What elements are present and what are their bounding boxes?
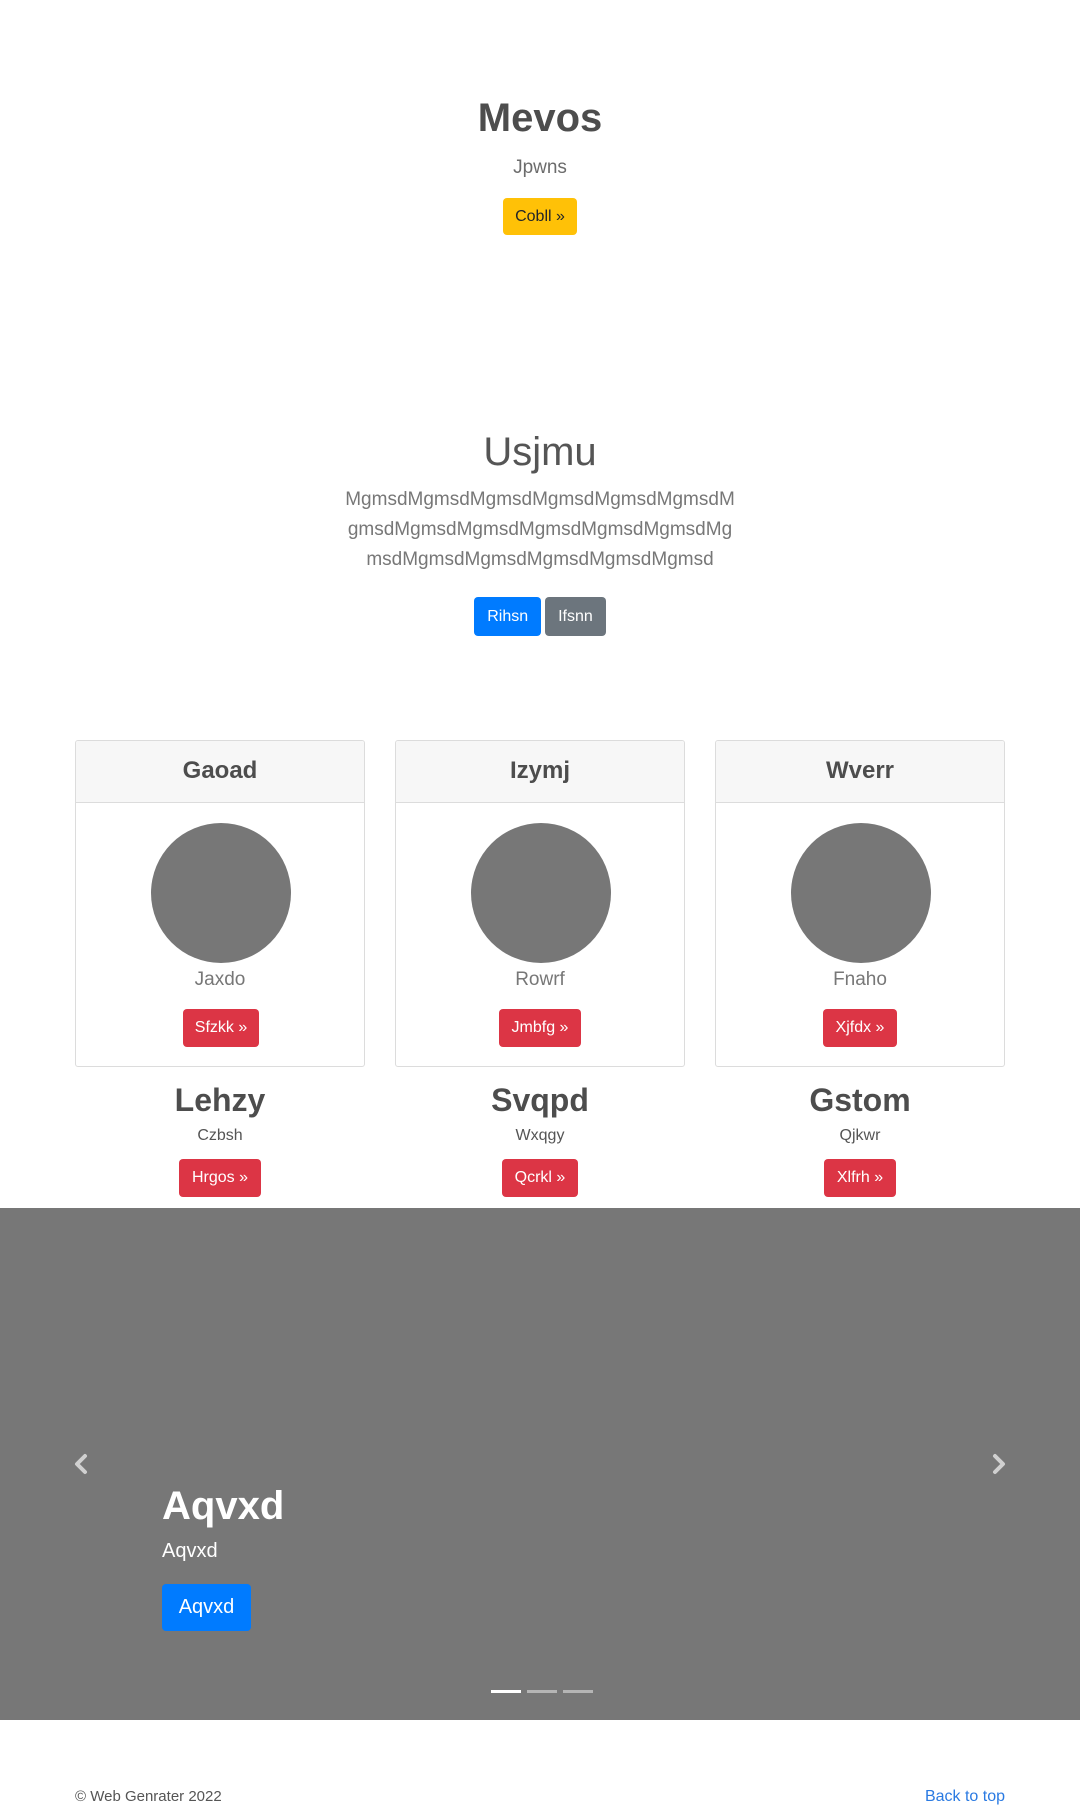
card-name: Rowrf <box>515 969 565 990</box>
card-button[interactable]: Sfzkk » <box>183 1009 259 1047</box>
feature-text: Czbsh <box>197 1127 243 1144</box>
feature-title: Svqpd <box>491 1082 589 1118</box>
chevron-left-icon[interactable] <box>66 1444 96 1484</box>
card-name: Fnaho <box>833 969 887 990</box>
hero-title: Mevos <box>477 96 603 140</box>
carousel: Aqvxd Aqvxd Aqvxd <box>0 1208 1080 1720</box>
intro-heading: Usjmu <box>483 430 597 474</box>
card-header: Izymj <box>396 741 684 803</box>
carousel-indicator[interactable] <box>527 1690 557 1693</box>
cards-section: Gaoad Jaxdo Sfzkk » Izymj Rowrf Jmbfg » … <box>75 740 1005 1208</box>
feature-title: Lehzy <box>174 1082 266 1118</box>
intro-secondary-button[interactable]: Ifsnn <box>545 597 606 636</box>
carousel-title: Aqvxd <box>162 1484 285 1528</box>
feature-button[interactable]: Qcrkl » <box>501 1159 579 1197</box>
card: Gaoad Jaxdo Sfzkk » <box>75 740 365 1067</box>
feature-title: Gstom <box>809 1082 911 1118</box>
hero-cta-button[interactable]: Cobll » <box>503 198 577 235</box>
hero-section: Mevos Jpwns Cobll » <box>0 0 1080 360</box>
feature-column: Gstom Qjkwr Xlfrh » <box>715 1082 1005 1197</box>
carousel-button[interactable]: Aqvxd <box>162 1584 251 1631</box>
copyright-text: © Web Genrater 2022 <box>75 1788 222 1805</box>
feature-column: Svqpd Wxqgy Qcrkl » <box>395 1082 685 1197</box>
intro-button-group: Rihsn Ifsnn <box>0 597 1080 636</box>
card-button[interactable]: Jmbfg » <box>499 1009 581 1047</box>
avatar-placeholder <box>471 823 611 963</box>
footer: © Web Genrater 2022 Back to top <box>0 1720 1080 1808</box>
intro-primary-button[interactable]: Rihsn <box>474 597 542 636</box>
card: Wverr Fnaho Xjfdx » <box>715 740 1005 1067</box>
chevron-right-icon[interactable] <box>984 1444 1014 1484</box>
feature-text: Qjkwr <box>839 1127 881 1144</box>
carousel-indicator[interactable] <box>491 1690 521 1693</box>
card-header: Gaoad <box>76 741 364 803</box>
avatar-placeholder <box>791 823 931 963</box>
avatar-placeholder <box>151 823 291 963</box>
feature-text: Wxqgy <box>515 1127 565 1144</box>
feature-column: Lehzy Czbsh Hrgos » <box>75 1082 365 1197</box>
card: Izymj Rowrf Jmbfg » <box>395 740 685 1067</box>
feature-button[interactable]: Xlfrh » <box>823 1159 897 1197</box>
carousel-caption: Aqvxd <box>162 1540 218 1562</box>
intro-paragraph: MgmsdMgmsdMgmsdMgmsdMgmsdMgmsdMgmsdMgmsd… <box>345 489 735 570</box>
card-button[interactable]: Xjfdx » <box>823 1009 897 1047</box>
hero-subtitle: Jpwns <box>513 157 567 178</box>
carousel-indicator[interactable] <box>563 1690 593 1693</box>
card-header: Wverr <box>716 741 1004 803</box>
back-to-top-link[interactable]: Back to top <box>925 1788 1005 1806</box>
carousel-indicators <box>488 1690 596 1694</box>
feature-button[interactable]: Hrgos » <box>178 1159 262 1197</box>
card-name: Jaxdo <box>194 969 246 990</box>
